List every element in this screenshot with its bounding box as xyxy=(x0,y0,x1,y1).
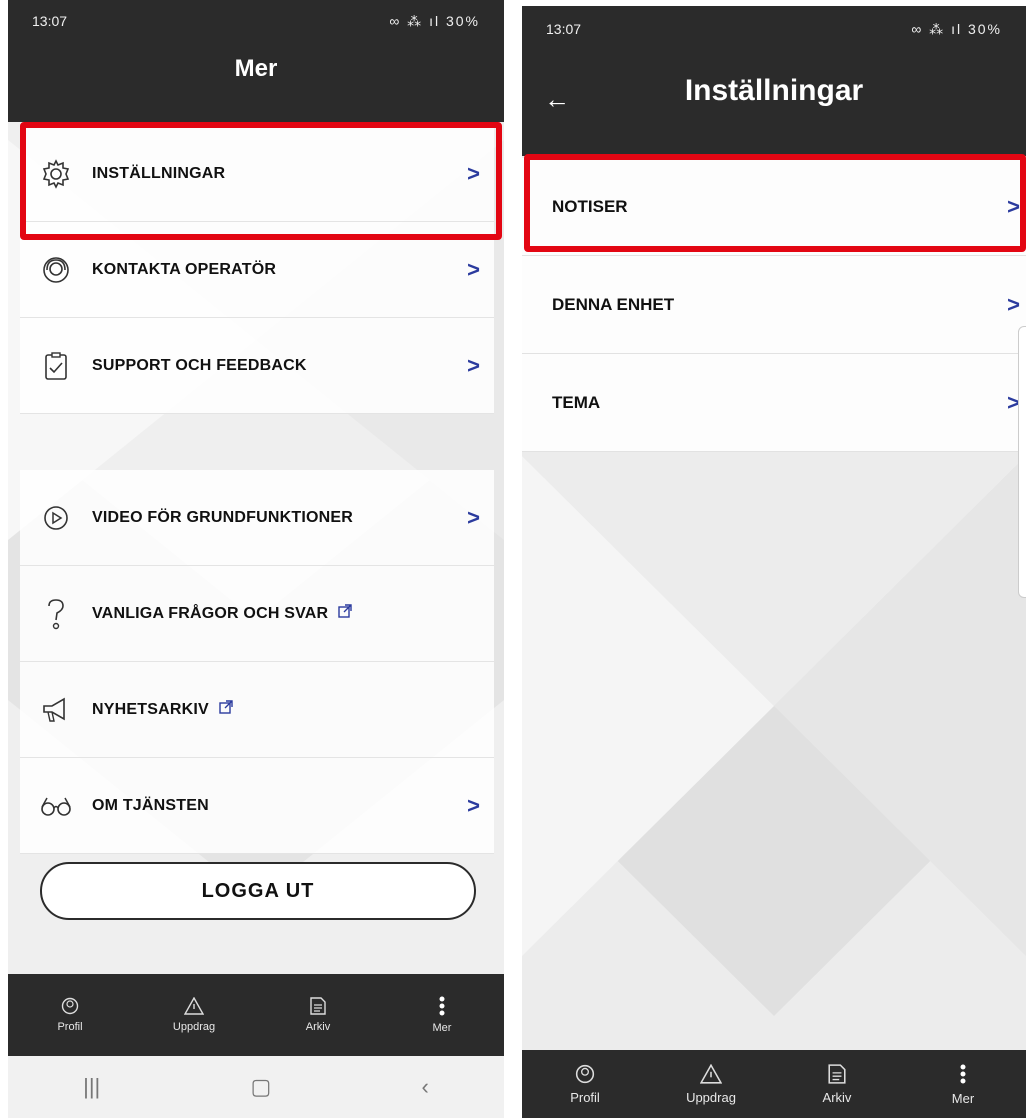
menu-section-gap xyxy=(20,414,494,470)
menu-item-label: INSTÄLLNINGAR xyxy=(92,164,226,182)
external-link-icon xyxy=(338,604,353,623)
home-icon[interactable]: ▢ xyxy=(251,1074,272,1100)
bottom-navigation: Profil Uppdrag Arkiv Mer xyxy=(8,974,504,1056)
document-icon xyxy=(828,1063,846,1084)
nav-uppdrag[interactable]: Uppdrag xyxy=(648,1050,774,1118)
status-bar: 13:07 ∞ ⁂ ıl 30% xyxy=(522,6,1026,52)
profile-icon xyxy=(575,1064,595,1083)
external-link-icon xyxy=(219,700,233,719)
nav-uppdrag[interactable]: Uppdrag xyxy=(132,974,256,1056)
glasses-icon xyxy=(20,795,92,817)
operator-headset-icon xyxy=(20,255,92,285)
status-icons: ∞ ⁂ ıl 30% xyxy=(389,13,480,30)
profile-icon xyxy=(61,997,79,1015)
page-title: Inställningar xyxy=(684,74,864,107)
chevron-right-icon: > xyxy=(467,256,480,282)
nav-label: Mer xyxy=(432,1022,452,1034)
chevron-right-icon: > xyxy=(467,792,480,818)
app-bar: ← Inställningar xyxy=(522,52,1026,156)
phone-screen-mer: 13:07 ∞ ⁂ ıl 30% Mer INSTÄLLNINGAR > KON… xyxy=(8,0,504,1118)
play-circle-icon xyxy=(20,504,92,532)
chevron-right-icon: > xyxy=(1007,193,1020,219)
back-icon[interactable]: ‹ xyxy=(422,1074,429,1100)
menu-item-support-feedback[interactable]: SUPPORT OCH FEEDBACK > xyxy=(20,318,494,414)
menu-item-label: OM TJÄNSTEN xyxy=(92,796,209,814)
warning-icon xyxy=(184,997,204,1015)
app-bar: Mer xyxy=(8,42,504,122)
chevron-right-icon: > xyxy=(467,160,480,186)
gear-icon xyxy=(20,158,92,189)
status-time: 13:07 xyxy=(32,13,68,29)
nav-label: Profil xyxy=(570,1089,600,1105)
settings-item-notiser[interactable]: NOTISER > xyxy=(522,158,1026,256)
battery-level: 30% xyxy=(967,20,1002,37)
system-navigation-bar: ||| ▢ ‹ xyxy=(8,1056,504,1118)
phone-screen-installningar: 13:07 ∞ ⁂ ıl 30% ← Inställningar NOTISER… xyxy=(522,6,1026,1118)
nav-label: Profil xyxy=(57,1021,83,1033)
more-vertical-icon xyxy=(960,1064,966,1083)
logout-button[interactable]: LOGGA UT xyxy=(40,862,476,920)
menu-item-label: SUPPORT OCH FEEDBACK xyxy=(92,356,307,374)
menu-item-label: NYHETSARKIV xyxy=(92,700,209,718)
warning-icon xyxy=(700,1063,722,1084)
menu-item-video[interactable]: VIDEO FÖR GRUNDFUNKTIONER > xyxy=(20,470,494,566)
nav-label: Uppdrag xyxy=(172,1021,216,1033)
status-icons: ∞ ⁂ ıl 30% xyxy=(911,21,1002,38)
nav-label: Arkiv xyxy=(305,1021,331,1033)
battery-level: 30% xyxy=(445,12,480,29)
bottom-navigation: Profil Uppdrag Arkiv Mer xyxy=(522,1050,1026,1118)
page-title: Mer xyxy=(234,55,278,82)
menu-item-installningar[interactable]: INSTÄLLNINGAR > xyxy=(20,126,494,222)
signal-icon: ∞ ⁂ ıl xyxy=(389,12,446,29)
chevron-right-icon: > xyxy=(467,352,480,378)
status-time: 13:07 xyxy=(546,21,582,37)
recent-apps-icon[interactable]: ||| xyxy=(83,1074,100,1100)
nav-mer[interactable]: Mer xyxy=(380,974,504,1056)
menu-item-faq[interactable]: VANLIGA FRÅGOR OCH SVAR xyxy=(20,566,494,662)
nav-profil[interactable]: Profil xyxy=(522,1050,648,1118)
nav-profil[interactable]: Profil xyxy=(8,974,132,1056)
more-vertical-icon xyxy=(439,996,445,1016)
more-menu: INSTÄLLNINGAR > KONTAKTA OPERATÖR > SUPP… xyxy=(20,126,494,854)
question-icon xyxy=(20,597,92,631)
menu-item-kontakta-operator[interactable]: KONTAKTA OPERATÖR > xyxy=(20,222,494,318)
signal-icon: ∞ ⁂ ıl xyxy=(911,20,968,37)
settings-item-label: NOTISER xyxy=(552,196,628,216)
status-bar: 13:07 ∞ ⁂ ıl 30% xyxy=(8,0,504,42)
settings-item-tema[interactable]: TEMA > xyxy=(522,354,1026,452)
chevron-right-icon: > xyxy=(1007,291,1020,317)
nav-label: Mer xyxy=(951,1090,975,1106)
menu-item-label: KONTAKTA OPERATÖR xyxy=(92,260,277,278)
nav-label: Uppdrag xyxy=(686,1089,736,1105)
settings-list: NOTISER > DENNA ENHET > TEMA > xyxy=(522,158,1026,452)
nav-label: Arkiv xyxy=(822,1089,852,1105)
nav-arkiv[interactable]: Arkiv xyxy=(774,1050,900,1118)
menu-item-om-tjansten[interactable]: OM TJÄNSTEN > xyxy=(20,758,494,854)
menu-item-label: VANLIGA FRÅGOR OCH SVAR xyxy=(92,604,329,622)
settings-item-label: TEMA xyxy=(552,392,601,412)
menu-item-label: VIDEO FÖR GRUNDFUNKTIONER xyxy=(92,508,353,526)
chevron-right-icon: > xyxy=(467,504,480,530)
menu-item-nyhetsarkiv[interactable]: NYHETSARKIV xyxy=(20,662,494,758)
nav-mer[interactable]: Mer xyxy=(900,1050,1026,1118)
megaphone-icon xyxy=(20,696,92,724)
side-panel-edge[interactable] xyxy=(1018,326,1026,598)
settings-item-denna-enhet[interactable]: DENNA ENHET > xyxy=(522,256,1026,354)
settings-item-label: DENNA ENHET xyxy=(552,294,675,314)
document-icon xyxy=(310,997,326,1015)
back-arrow-icon[interactable]: ← xyxy=(544,84,570,115)
nav-arkiv[interactable]: Arkiv xyxy=(256,974,380,1056)
clipboard-check-icon xyxy=(20,351,92,381)
